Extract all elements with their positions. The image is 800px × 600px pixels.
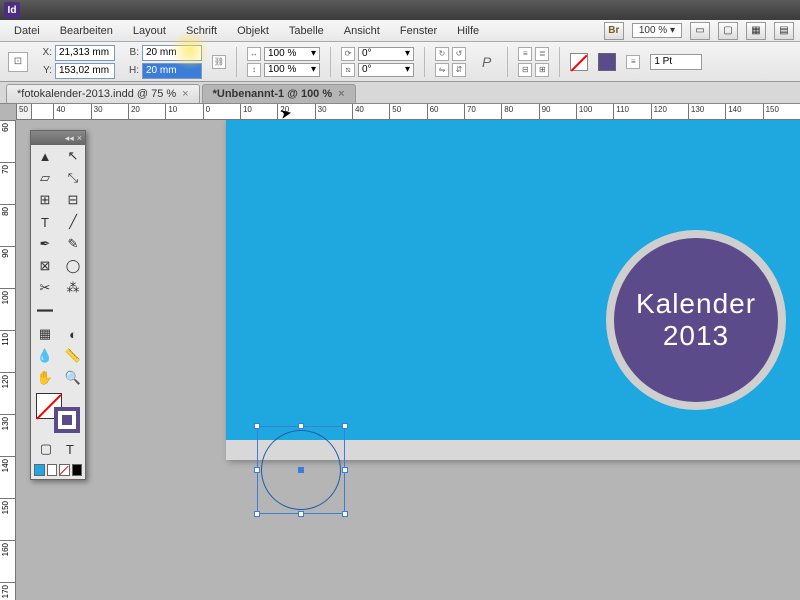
swatch-row <box>31 461 85 479</box>
x-input[interactable]: 21,313 mm <box>55 45 115 61</box>
pencil-tool[interactable]: ✎ <box>59 233 87 255</box>
tool-grid: ▲ ↖ ▱ ⤡ ⊞ ⊟ T ╱ ✒ ✎ ⊠ ◯ ✂ ⁂ ━━ ▦ ◐ 💧 📏 ✋… <box>31 145 85 389</box>
ellipse-tool[interactable]: ◯ <box>59 255 87 277</box>
scale-x-input[interactable]: 100 %▾ <box>264 47 320 61</box>
swatch-white[interactable] <box>47 464 58 476</box>
page-tool[interactable]: ▱ <box>31 167 59 189</box>
zoom-tool[interactable]: 🔍 <box>59 367 87 389</box>
swatch-none[interactable] <box>59 464 70 476</box>
measure-tool[interactable]: 📏 <box>59 345 87 367</box>
stroke-weight-icon: ≡ <box>626 55 640 69</box>
control-bar: ⊡ X:21,313 mm Y:153,02 mm B:20 mm H:20 m… <box>0 42 800 82</box>
zoom-level[interactable]: 100 % ▾ <box>632 23 682 38</box>
y-label: Y: <box>38 65 52 76</box>
menu-fenster[interactable]: Fenster <box>392 23 445 39</box>
document-page: Kalender 2013 <box>226 120 800 460</box>
close-icon[interactable]: × <box>338 88 344 100</box>
selection-tool[interactable]: ▲ <box>31 145 59 167</box>
screen-mode-button[interactable]: ▢ <box>718 22 738 40</box>
menu-layout[interactable]: Layout <box>125 23 174 39</box>
align-icon-4[interactable]: ⊞ <box>535 63 549 77</box>
menu-datei[interactable]: Datei <box>6 23 48 39</box>
selected-ellipse[interactable] <box>261 430 341 510</box>
menubar: Datei Bearbeiten Layout Schrift Objekt T… <box>0 20 800 42</box>
calendar-badge: Kalender 2013 <box>606 230 786 410</box>
x-label: X: <box>38 47 52 58</box>
gradient-feather-tool[interactable]: ▦ <box>31 323 59 345</box>
swatch-black[interactable] <box>72 464 83 476</box>
rotate-cw-icon[interactable]: ↻ <box>435 47 449 61</box>
shear-icon: ⧅ <box>341 63 355 77</box>
content-placer-tool[interactable]: ⊟ <box>59 189 87 211</box>
height-input[interactable]: 20 mm <box>142 63 202 79</box>
vertical-ruler[interactable]: 60708090100110120130140150160170 <box>0 120 16 600</box>
shear-input[interactable]: 0°▾ <box>358 63 414 77</box>
flip-h-icon[interactable]: ⇋ <box>435 63 449 77</box>
close-icon[interactable]: × <box>182 88 188 100</box>
tab-unbenannt[interactable]: *Unbenannt-1 @ 100 %× <box>202 84 356 103</box>
pen-tool[interactable]: ✒ <box>31 233 59 255</box>
stroke-swatch[interactable] <box>598 53 616 71</box>
cursor-icon: ➤ <box>279 104 294 123</box>
swatch-blue[interactable] <box>34 464 45 476</box>
menu-hilfe[interactable]: Hilfe <box>449 23 487 39</box>
fill-stroke-proxy[interactable] <box>36 393 80 433</box>
free-transform-tool[interactable]: ⁂ <box>59 277 87 299</box>
rotate-ccw-icon[interactable]: ↺ <box>452 47 466 61</box>
width-label: B: <box>125 47 139 58</box>
tab-fotokalender[interactable]: *fotokalender-2013.indd @ 75 %× <box>6 84 200 103</box>
reference-point-icon[interactable]: ⊡ <box>8 52 28 72</box>
arrange-button[interactable]: ▦ <box>746 22 766 40</box>
rotate-input[interactable]: 0°▾ <box>358 47 414 61</box>
scale-y-input[interactable]: 100 %▾ <box>264 63 320 77</box>
align-icon-1[interactable]: ≡ <box>518 47 532 61</box>
horizontal-ruler[interactable]: 5040302010010203040506070809010011012013… <box>16 104 800 120</box>
stroke-weight-input[interactable]: 1 Pt <box>650 54 702 70</box>
panel-header[interactable]: ◂◂× <box>31 131 85 145</box>
badge-line1: Kalender <box>636 288 756 320</box>
menu-bearbeiten[interactable]: Bearbeiten <box>52 23 121 39</box>
view-mode-button[interactable]: ▭ <box>690 22 710 40</box>
stroke-proxy[interactable] <box>54 407 80 433</box>
menu-tabelle[interactable]: Tabelle <box>281 23 332 39</box>
workspace-button[interactable]: ▤ <box>774 22 794 40</box>
canvas[interactable]: Kalender 2013 <box>16 120 800 600</box>
menu-schrift[interactable]: Schrift <box>178 23 225 39</box>
rectangle-frame-tool[interactable]: ⊠ <box>31 255 59 277</box>
note-tool[interactable]: ◐ <box>59 323 87 345</box>
titlebar: Id <box>0 0 800 20</box>
eyedropper-tool[interactable]: 💧 <box>31 345 59 367</box>
bridge-button[interactable]: Br <box>604 22 624 40</box>
scale-x-icon: ↔ <box>247 47 261 61</box>
height-label: H: <box>125 65 139 76</box>
align-icon-3[interactable]: ⊟ <box>518 63 532 77</box>
flip-v-icon[interactable]: ⇵ <box>452 63 466 77</box>
apply-text-button[interactable]: T <box>59 440 81 458</box>
rotate-icon: ⟳ <box>341 47 355 61</box>
y-input[interactable]: 153,02 mm <box>55 63 115 79</box>
menu-ansicht[interactable]: Ansicht <box>336 23 388 39</box>
app-icon: Id <box>4 2 20 18</box>
type-tool[interactable]: T <box>31 211 59 233</box>
apply-color-button[interactable]: ▢ <box>35 440 57 458</box>
gap-tool[interactable]: ⤡ <box>59 167 87 189</box>
align-icon-2[interactable]: ≣ <box>535 47 549 61</box>
content-collector-tool[interactable]: ⊞ <box>31 189 59 211</box>
width-input[interactable]: 20 mm <box>142 45 202 61</box>
scissors-tool[interactable]: ✂ <box>31 277 59 299</box>
document-tabs: *fotokalender-2013.indd @ 75 %× *Unbenan… <box>0 82 800 104</box>
gradient-swatch-tool[interactable]: ━━ <box>31 299 59 323</box>
hand-tool[interactable]: ✋ <box>31 367 59 389</box>
fill-swatch[interactable] <box>570 53 588 71</box>
paragraph-style-icon[interactable]: P <box>476 54 497 70</box>
constrain-icon[interactable]: ⛓ <box>212 55 226 69</box>
direct-selection-tool[interactable]: ↖ <box>59 145 87 167</box>
line-tool[interactable]: ╱ <box>59 211 87 233</box>
scale-y-icon: ↕ <box>247 63 261 77</box>
badge-line2: 2013 <box>663 320 729 352</box>
tools-panel[interactable]: ◂◂× ▲ ↖ ▱ ⤡ ⊞ ⊟ T ╱ ✒ ✎ ⊠ ◯ ✂ ⁂ ━━ ▦ ◐ 💧… <box>30 130 86 480</box>
menu-objekt[interactable]: Objekt <box>229 23 277 39</box>
